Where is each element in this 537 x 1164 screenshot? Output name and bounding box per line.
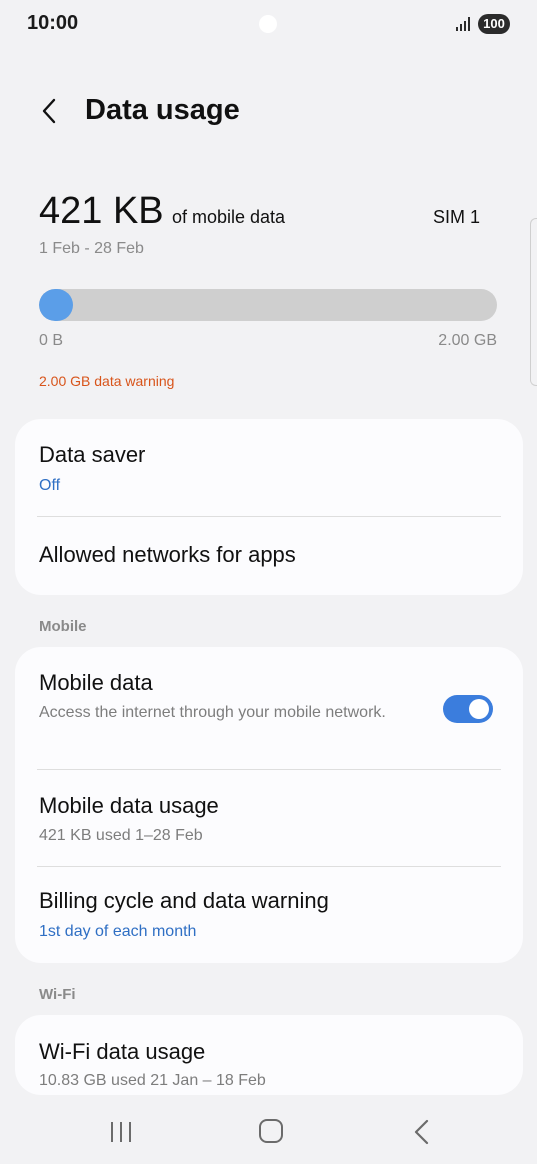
usage-suffix: of mobile data <box>172 207 286 227</box>
section-header-mobile: Mobile <box>39 618 87 635</box>
data-saver-card: Data saver Off Allowed networks for apps <box>15 419 523 595</box>
home-icon[interactable] <box>259 1119 283 1143</box>
app-header: Data usage <box>0 86 537 136</box>
screen: 10:00 100 Data usage 421 KB of mobile da… <box>0 0 537 1164</box>
sim-selector[interactable]: SIM 1 <box>433 207 480 228</box>
allowed-networks-row[interactable]: Allowed networks for apps <box>15 517 523 595</box>
status-time: 10:00 <box>27 12 79 34</box>
usage-progress-fill <box>39 289 73 321</box>
usage-bar-max-label: 2.00 GB <box>438 332 497 349</box>
mobile-data-title: Mobile data <box>39 670 153 695</box>
section-header-wifi: Wi-Fi <box>39 986 76 1003</box>
usage-amount: 421 KB <box>39 190 164 232</box>
wifi-data-usage-row[interactable]: Wi-Fi data usage 10.83 GB used 21 Jan – … <box>15 1015 523 1095</box>
billing-cycle-row[interactable]: Billing cycle and data warning 1st day o… <box>15 867 523 963</box>
mobile-data-usage-row[interactable]: Mobile data usage 421 KB used 1–28 Feb <box>15 770 523 866</box>
scroll-indicator <box>530 218 537 386</box>
signal-bars-icon <box>456 17 470 31</box>
mobile-data-toggle[interactable] <box>443 695 493 723</box>
recents-icon[interactable] <box>108 1120 134 1144</box>
data-warning-label: 2.00 GB data warning <box>39 373 175 389</box>
back-icon[interactable] <box>410 1118 434 1146</box>
usage-bar-min-label: 0 B <box>39 332 64 349</box>
mobile-data-usage-title: Mobile data usage <box>39 793 219 818</box>
data-saver-value: Off <box>39 477 61 494</box>
wifi-data-usage-subtitle: 10.83 GB used 21 Jan – 18 Feb <box>39 1072 266 1089</box>
toggle-knob <box>469 699 489 719</box>
allowed-networks-title: Allowed networks for apps <box>39 542 296 567</box>
usage-progress-bar <box>39 289 497 321</box>
mobile-data-usage-subtitle: 421 KB used 1–28 Feb <box>39 827 203 844</box>
camera-cutout <box>259 15 277 33</box>
data-saver-title: Data saver <box>39 442 146 467</box>
mobile-data-subtitle: Access the internet through your mobile … <box>39 704 386 721</box>
billing-cycle-title: Billing cycle and data warning <box>39 888 329 913</box>
page-title: Data usage <box>85 94 240 126</box>
back-button[interactable] <box>34 94 68 128</box>
status-bar: 10:00 100 <box>0 0 537 50</box>
navigation-bar <box>0 1100 537 1164</box>
data-saver-row[interactable]: Data saver Off <box>15 419 523 516</box>
date-range: 1 Feb - 28 Feb <box>39 240 144 257</box>
wifi-card: Wi-Fi data usage 10.83 GB used 21 Jan – … <box>15 1015 523 1095</box>
battery-icon: 100 <box>478 14 510 34</box>
mobile-card: Mobile data Access the internet through … <box>15 647 523 963</box>
wifi-data-usage-title: Wi-Fi data usage <box>39 1039 206 1064</box>
billing-cycle-subtitle: 1st day of each month <box>39 923 197 940</box>
